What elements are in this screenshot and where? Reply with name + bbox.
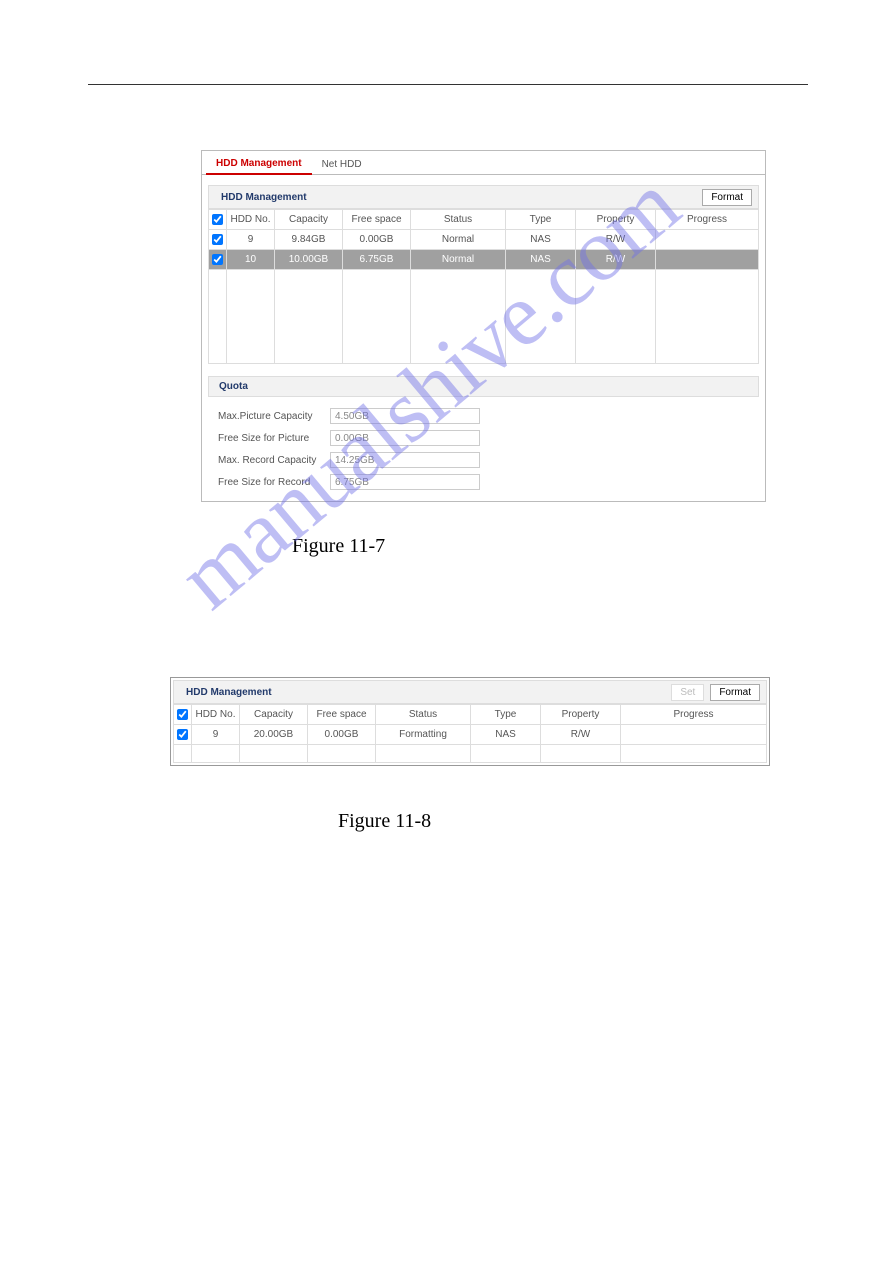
row-checkbox[interactable] bbox=[212, 254, 223, 265]
cell-status: Formatting bbox=[376, 725, 471, 745]
panel-figure-11-7: HDD Management Net HDD HDD Management Fo… bbox=[201, 150, 766, 502]
cell-free: 6.75GB bbox=[343, 250, 411, 270]
hdd-table: HDD No. Capacity Free space Status Type … bbox=[173, 704, 767, 763]
col-capacity: Capacity bbox=[240, 705, 308, 725]
cell-hdd-no: 10 bbox=[227, 250, 275, 270]
col-type: Type bbox=[506, 210, 576, 230]
format-button[interactable]: Format bbox=[710, 684, 760, 701]
cell-property: R/W bbox=[576, 230, 656, 250]
cell-progress bbox=[656, 250, 759, 270]
panel-figure-11-8: HDD Management Set Format HDD No. Capaci… bbox=[170, 677, 770, 766]
quota-row-max-record: Max. Record Capacity bbox=[212, 449, 755, 471]
max-record-capacity-field bbox=[330, 452, 480, 468]
table-header-row: HDD No. Capacity Free space Status Type … bbox=[209, 210, 759, 230]
col-type: Type bbox=[471, 705, 541, 725]
cell-property: R/W bbox=[541, 725, 621, 745]
select-all-checkbox[interactable] bbox=[212, 214, 223, 225]
col-capacity: Capacity bbox=[275, 210, 343, 230]
col-checkbox[interactable] bbox=[209, 210, 227, 230]
free-size-record-field bbox=[330, 474, 480, 490]
col-checkbox[interactable] bbox=[174, 705, 192, 725]
col-progress: Progress bbox=[621, 705, 767, 725]
quota-label: Max. Record Capacity bbox=[212, 455, 330, 466]
set-button: Set bbox=[671, 684, 704, 701]
table-empty-area bbox=[174, 745, 767, 763]
max-picture-capacity-field bbox=[330, 408, 480, 424]
col-progress: Progress bbox=[656, 210, 759, 230]
cell-type: NAS bbox=[471, 725, 541, 745]
page-top-rule bbox=[88, 84, 808, 85]
col-property: Property bbox=[541, 705, 621, 725]
tab-hdd-management[interactable]: HDD Management bbox=[206, 152, 312, 175]
format-button[interactable]: Format bbox=[702, 189, 752, 206]
quota-header: Quota bbox=[208, 376, 759, 397]
hdd-section-title: HDD Management bbox=[180, 687, 671, 698]
tab-net-hdd[interactable]: Net HDD bbox=[312, 153, 372, 174]
col-status: Status bbox=[376, 705, 471, 725]
cell-free: 0.00GB bbox=[343, 230, 411, 250]
cell-property: R/W bbox=[576, 250, 656, 270]
table-row[interactable]: 9 20.00GB 0.00GB Formatting NAS R/W bbox=[174, 725, 767, 745]
hdd-section-title: HDD Management bbox=[215, 192, 702, 203]
cell-type: NAS bbox=[506, 230, 576, 250]
table-row[interactable]: 9 9.84GB 0.00GB Normal NAS R/W bbox=[209, 230, 759, 250]
cell-capacity: 9.84GB bbox=[275, 230, 343, 250]
row-checkbox[interactable] bbox=[212, 234, 223, 245]
col-hdd-no: HDD No. bbox=[192, 705, 240, 725]
cell-capacity: 10.00GB bbox=[275, 250, 343, 270]
select-all-checkbox[interactable] bbox=[177, 709, 188, 720]
cell-progress bbox=[656, 230, 759, 250]
quota-label: Max.Picture Capacity bbox=[212, 411, 330, 422]
table-header-row: HDD No. Capacity Free space Status Type … bbox=[174, 705, 767, 725]
col-hdd-no: HDD No. bbox=[227, 210, 275, 230]
quota-label: Free Size for Record bbox=[212, 477, 330, 488]
cell-hdd-no: 9 bbox=[192, 725, 240, 745]
cell-capacity: 20.00GB bbox=[240, 725, 308, 745]
cell-hdd-no: 9 bbox=[227, 230, 275, 250]
table-empty-area bbox=[209, 270, 759, 364]
row-checkbox[interactable] bbox=[177, 729, 188, 740]
figure-caption-11-7: Figure 11-7 bbox=[292, 535, 385, 558]
cell-progress bbox=[621, 725, 767, 745]
tab-bar: HDD Management Net HDD bbox=[202, 151, 765, 175]
free-size-picture-field bbox=[330, 430, 480, 446]
hdd-table: HDD No. Capacity Free space Status Type … bbox=[208, 209, 759, 364]
cell-free: 0.00GB bbox=[308, 725, 376, 745]
col-free-space: Free space bbox=[308, 705, 376, 725]
col-property: Property bbox=[576, 210, 656, 230]
quota-body: Max.Picture Capacity Free Size for Pictu… bbox=[208, 401, 759, 493]
cell-type: NAS bbox=[506, 250, 576, 270]
table-row[interactable]: 10 10.00GB 6.75GB Normal NAS R/W bbox=[209, 250, 759, 270]
quota-label: Free Size for Picture bbox=[212, 433, 330, 444]
hdd-section-header: HDD Management Format bbox=[208, 185, 759, 209]
col-free-space: Free space bbox=[343, 210, 411, 230]
cell-status: Normal bbox=[411, 230, 506, 250]
quota-row-max-picture: Max.Picture Capacity bbox=[212, 405, 755, 427]
quota-row-free-record: Free Size for Record bbox=[212, 471, 755, 493]
cell-status: Normal bbox=[411, 250, 506, 270]
hdd-section-header: HDD Management Set Format bbox=[173, 680, 767, 704]
col-status: Status bbox=[411, 210, 506, 230]
quota-row-free-picture: Free Size for Picture bbox=[212, 427, 755, 449]
figure-caption-11-8: Figure 11-8 bbox=[338, 810, 431, 833]
